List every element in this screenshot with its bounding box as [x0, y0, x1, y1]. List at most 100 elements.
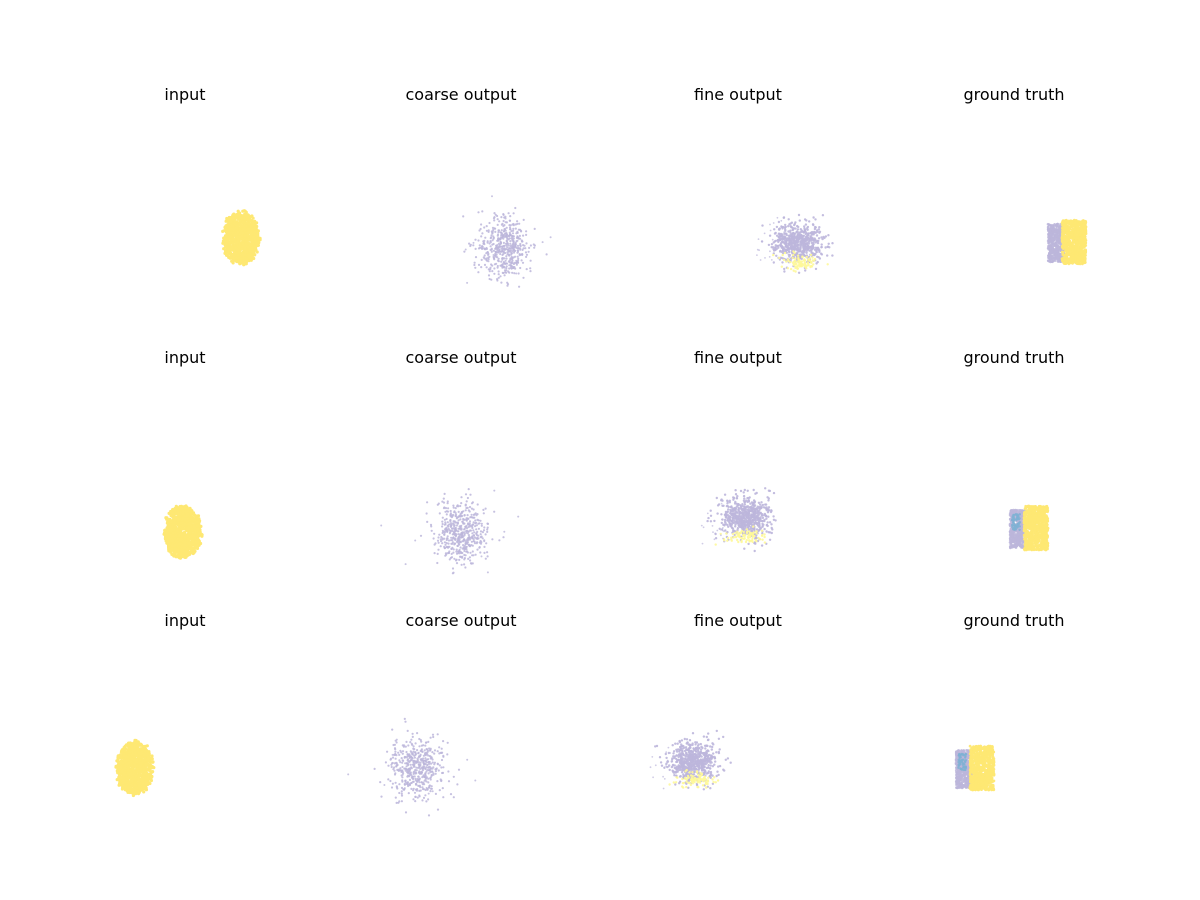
- point: [483, 526, 486, 529]
- point: [483, 257, 486, 260]
- point: [483, 263, 487, 266]
- point: [783, 231, 785, 234]
- point: [474, 519, 477, 522]
- point: [475, 537, 478, 540]
- point: [796, 254, 800, 257]
- point: [491, 538, 494, 541]
- point: [514, 227, 517, 230]
- point: [230, 216, 234, 220]
- point: [256, 229, 260, 233]
- point: [193, 521, 197, 525]
- point: [244, 250, 248, 254]
- point: [805, 267, 808, 270]
- point: [1055, 224, 1058, 228]
- point: [804, 269, 807, 272]
- point: [770, 259, 773, 261]
- point: [802, 240, 805, 243]
- point: [781, 253, 784, 257]
- point: [464, 509, 467, 512]
- point: [764, 487, 767, 490]
- point: [174, 504, 178, 508]
- point: [192, 535, 196, 539]
- point: [784, 245, 787, 248]
- point: [450, 542, 453, 545]
- point: [1073, 221, 1077, 225]
- point: [241, 224, 245, 228]
- point: [486, 551, 489, 554]
- point: [818, 250, 821, 254]
- point: [244, 239, 248, 243]
- point: [813, 225, 817, 229]
- point: [443, 545, 446, 548]
- point: [512, 266, 515, 270]
- point: [445, 553, 448, 556]
- point: [1074, 254, 1078, 258]
- point: [792, 231, 795, 235]
- point: [464, 493, 468, 496]
- point: [474, 525, 477, 528]
- point: [182, 545, 186, 550]
- point: [249, 232, 253, 236]
- point: [813, 248, 817, 251]
- point: [502, 213, 505, 216]
- point: [469, 529, 472, 532]
- point: [184, 509, 188, 514]
- point: [807, 262, 810, 265]
- point: [232, 233, 236, 237]
- point: [1077, 223, 1080, 227]
- point: [466, 496, 469, 500]
- point: [517, 228, 520, 231]
- point: [780, 240, 784, 243]
- point-cloud-figure: input coarse output fine output ground trut…: [0, 0, 1200, 900]
- point: [469, 562, 473, 565]
- point: [439, 545, 442, 548]
- point: [797, 225, 800, 229]
- point: [769, 223, 771, 226]
- point: [1062, 231, 1066, 234]
- point: [467, 557, 470, 560]
- point: [176, 527, 180, 531]
- point: [442, 507, 446, 510]
- point: [789, 231, 792, 234]
- point: [828, 246, 831, 249]
- point: [793, 251, 796, 254]
- point: [448, 550, 451, 553]
- point: [783, 251, 787, 255]
- point: [490, 278, 493, 281]
- point: [782, 258, 786, 262]
- point: [253, 237, 257, 242]
- point: [818, 257, 822, 260]
- point: [1082, 241, 1085, 245]
- point: [499, 240, 502, 243]
- point: [525, 242, 528, 245]
- point: [457, 510, 460, 513]
- point: [508, 237, 511, 240]
- point: [1070, 233, 1074, 237]
- point: [826, 263, 829, 266]
- point: [468, 544, 471, 547]
- point: [775, 234, 779, 237]
- point: [759, 259, 762, 261]
- point: [522, 276, 525, 279]
- point: [1077, 261, 1081, 265]
- point: [810, 247, 813, 250]
- point: [486, 528, 489, 531]
- point: [475, 521, 478, 524]
- point: [772, 491, 776, 495]
- point: [500, 260, 503, 263]
- point: [446, 521, 449, 524]
- point: [490, 247, 493, 250]
- point: [200, 533, 204, 537]
- point: [186, 509, 190, 513]
- point: [508, 271, 511, 274]
- point: [1056, 257, 1060, 261]
- point: [186, 534, 190, 538]
- point: [498, 250, 501, 253]
- point: [1075, 240, 1079, 244]
- point: [805, 234, 809, 238]
- panel-title: coarse output: [405, 348, 517, 367]
- point: [449, 520, 452, 523]
- point: [222, 236, 226, 240]
- point: [461, 551, 464, 555]
- point-cloud-plot: [221, 209, 262, 267]
